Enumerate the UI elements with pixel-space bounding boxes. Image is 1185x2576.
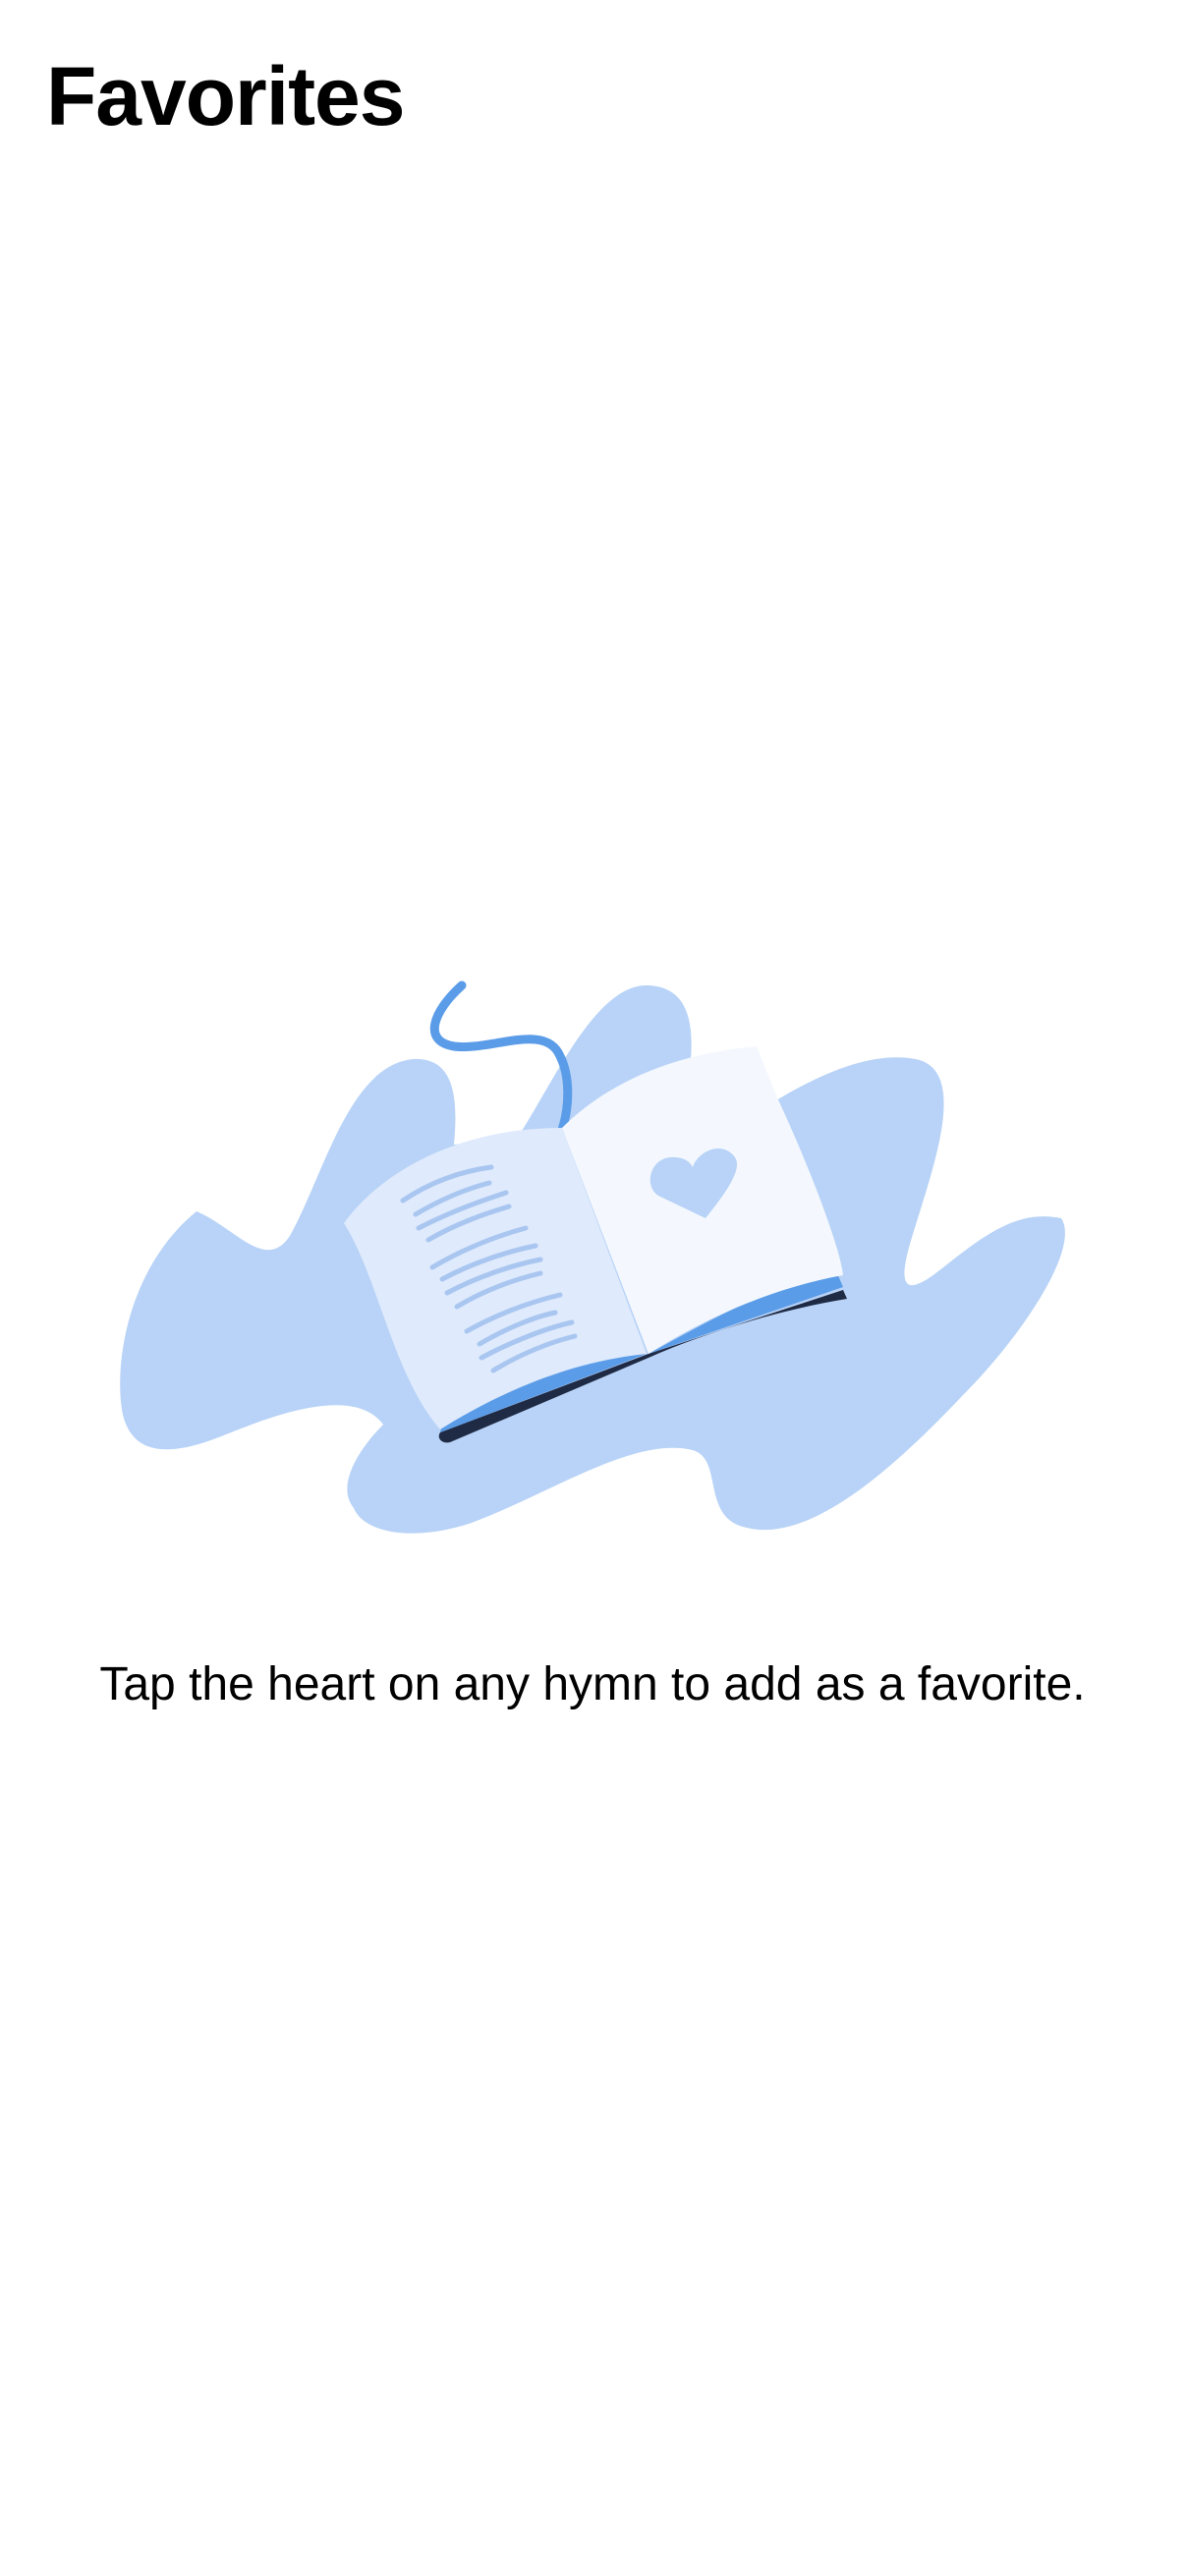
page-title: Favorites: [46, 50, 405, 142]
empty-state-message: Tap the heart on any hymn to add as a fa…: [99, 1658, 1086, 1710]
empty-state-illustration: [120, 980, 1065, 1534]
